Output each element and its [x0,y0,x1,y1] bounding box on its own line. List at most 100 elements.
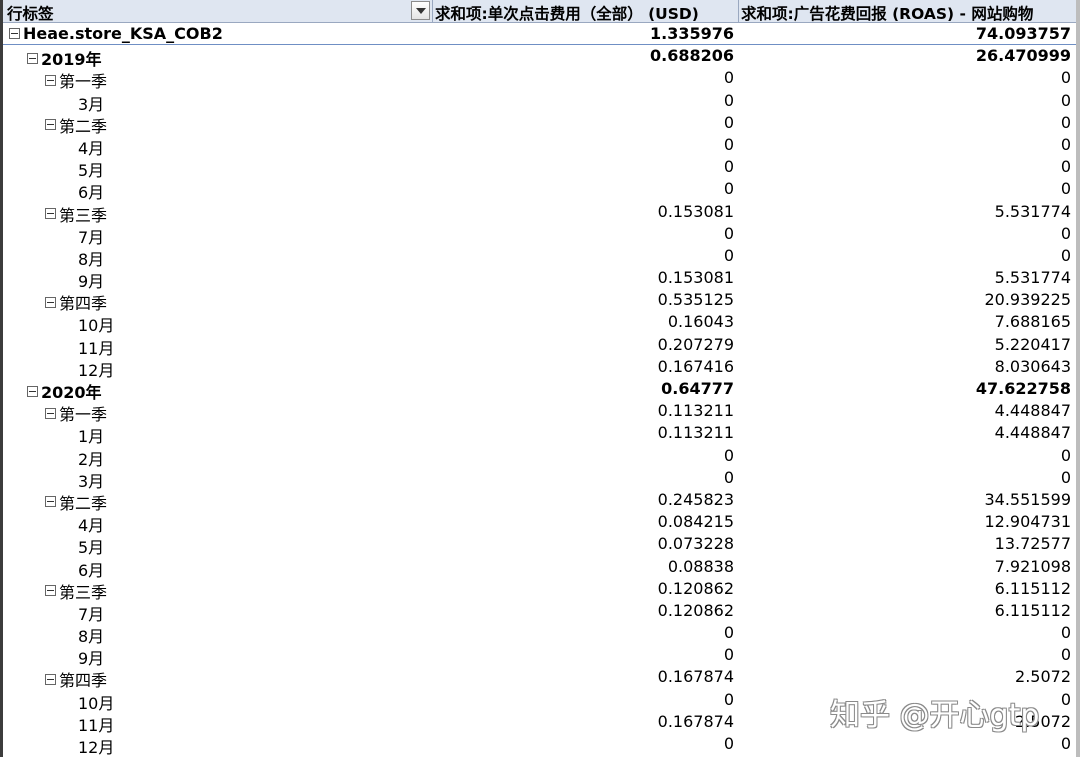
roas-value: 0 [1060,179,1071,199]
cpc-value: 0 [723,245,734,265]
collapse-icon[interactable] [9,28,20,39]
roas-value: 0 [1060,223,1071,243]
table-row-month[interactable]: 8月 0 0 [3,245,1076,269]
cpc-value: 0.120862 [657,600,734,620]
collapse-icon[interactable] [45,296,56,308]
roas-value: 0 [1060,112,1071,132]
roas-value: 0 [1060,134,1071,154]
table-row-month[interactable]: 8月 0 0 [3,622,1076,646]
table-row-month[interactable]: 2月 0 0 [3,445,1076,469]
cpc-value: 0 [723,90,734,110]
table-row-month[interactable]: 3月 0 0 [3,90,1076,114]
roas-value: 0 [1060,734,1071,753]
table-row-month[interactable]: 7月 0 0 [3,223,1076,247]
roas-value: 5.531774 [994,268,1071,288]
roas-value: 7.688165 [994,312,1071,332]
collapse-icon[interactable] [45,208,56,219]
roas-value: 2.5072 [1015,667,1071,687]
roas-value: 4.448847 [994,423,1071,443]
roas-value: 0 [1060,445,1071,465]
roas-value: 74.093757 [975,24,1071,43]
roas-value: 7.921098 [994,556,1071,576]
table-row-month[interactable]: 9月 0.153081 5.531774 [3,267,1076,291]
roas-value: 0 [1060,467,1071,487]
roas-value: 5.220417 [994,334,1071,354]
roas-value: 2.5072 [1015,711,1071,731]
table-row-quarter[interactable]: 第四季 0.535125 20.939225 [3,289,1076,313]
roas-value: 0 [1060,68,1071,88]
cpc-value: 0.535125 [657,290,734,310]
cpc-value: 0.113211 [657,401,734,421]
table-row-quarter[interactable]: 第二季 0 0 [3,112,1076,136]
cpc-value: 0.207279 [657,334,734,354]
table-row-quarter[interactable]: 第二季 0.245823 34.551599 [3,489,1076,513]
roas-value: 0 [1060,245,1071,265]
table-row-campaign-total[interactable]: Heae.store_KSA_COB2 1.335976 74.093757 [3,23,1076,46]
cpc-value: 0 [723,445,734,465]
collapse-icon[interactable] [27,52,38,64]
pivot-header-row: 行标签 求和项:单次点击费用（全部） (USD) 求和项:广告花费回报 (ROA… [3,0,1076,23]
table-row-month[interactable]: 7月 0.120862 6.115112 [3,600,1076,624]
cpc-value: 1.335976 [649,24,734,43]
table-row-quarter[interactable]: 第一季 0.113211 4.448847 [3,400,1076,424]
table-row-month[interactable]: 5月 0.073228 13.72577 [3,533,1076,557]
collapse-icon[interactable] [45,673,56,685]
cpc-value: 0 [723,157,734,177]
roas-value: 34.551599 [984,489,1071,509]
cpc-value: 0 [723,623,734,643]
table-row-month[interactable]: 12月 0 0 [3,733,1076,757]
roas-value: 0 [1060,689,1071,709]
cpc-value: 0.167874 [657,711,734,731]
cpc-value: 0 [723,467,734,487]
cpc-value: 0.245823 [657,489,734,509]
roas-value: 20.939225 [984,290,1071,310]
roas-value: 0 [1060,157,1071,177]
collapse-icon[interactable] [45,496,56,508]
cpc-value: 0.153081 [657,201,734,221]
table-row-year[interactable]: 2019年 0.688206 26.470999 [3,45,1076,69]
roas-column-header[interactable]: 求和项:广告花费回报 (ROAS) - 网站购物 [741,2,1033,24]
collapse-icon[interactable] [45,407,56,419]
collapse-icon[interactable] [45,119,56,131]
cpc-value: 0 [723,223,734,243]
table-row-month[interactable]: 1月 0.113211 4.448847 [3,422,1076,446]
cpc-column-header[interactable]: 求和项:单次点击费用（全部） (USD) [435,2,699,24]
table-row-month[interactable]: 3月 0 0 [3,467,1076,491]
cpc-value: 0.64777 [661,379,734,398]
cpc-value: 0 [723,179,734,199]
roas-value: 0 [1060,90,1071,110]
roas-value: 0 [1060,623,1071,643]
table-row-month[interactable]: 6月 0 0 [3,178,1076,202]
table-row-month[interactable]: 11月 0.167874 2.5072 [3,711,1076,735]
table-row-quarter[interactable]: 第一季 0 0 [3,67,1076,91]
table-row-month[interactable]: 5月 0 0 [3,156,1076,180]
table-row-month[interactable]: 11月 0.207279 5.220417 [3,334,1076,358]
cpc-value: 0.153081 [657,268,734,288]
roas-value: 5.531774 [994,201,1071,221]
collapse-icon[interactable] [27,385,38,397]
table-row-month[interactable]: 4月 0 0 [3,134,1076,158]
cpc-value: 0 [723,68,734,88]
table-row-month[interactable]: 6月 0.08838 7.921098 [3,556,1076,580]
table-row-month[interactable]: 12月 0.167416 8.030643 [3,356,1076,380]
column-divider [432,0,433,22]
right-window-edge [1076,0,1080,757]
collapse-icon[interactable] [45,585,56,597]
row-labels-filter-dropdown-button[interactable] [411,1,430,20]
table-row-month[interactable]: 4月 0.084215 12.904731 [3,511,1076,535]
roas-value: 6.115112 [994,600,1071,620]
cpc-value: 0 [723,645,734,665]
table-row-year[interactable]: 2020年 0.64777 47.622758 [3,378,1076,402]
table-row-quarter[interactable]: 第四季 0.167874 2.5072 [3,666,1076,690]
cpc-value: 0.113211 [657,423,734,443]
table-row-month[interactable]: 9月 0 0 [3,644,1076,668]
table-row-month[interactable]: 10月 0.16043 7.688165 [3,311,1076,335]
table-row-month[interactable]: 10月 0 0 [3,689,1076,713]
collapse-icon[interactable] [45,74,56,86]
roas-value: 4.448847 [994,401,1071,421]
table-row-quarter[interactable]: 第三季 0.120862 6.115112 [3,578,1076,602]
table-row-quarter[interactable]: 第三季 0.153081 5.531774 [3,201,1076,225]
row-label: 12月 [78,738,115,757]
column-divider [738,0,739,22]
roas-value: 26.470999 [975,46,1071,66]
